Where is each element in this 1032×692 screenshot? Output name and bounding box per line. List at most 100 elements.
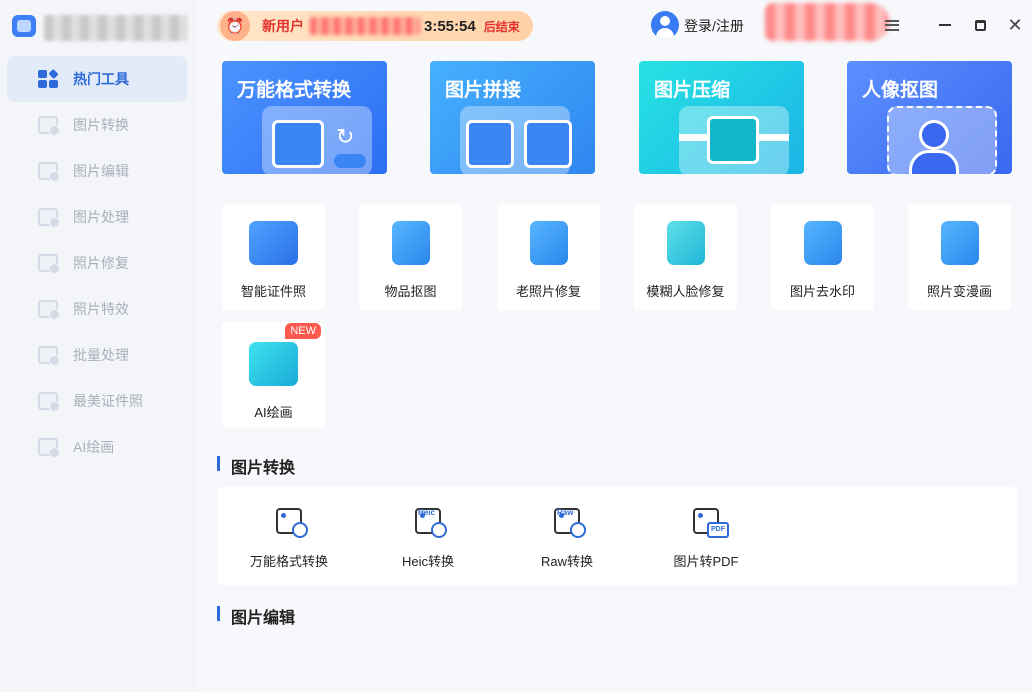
sidebar-item-label: AI绘画 xyxy=(73,439,115,455)
banner-title: 人像抠图 xyxy=(862,80,939,101)
user-avatar-icon[interactable] xyxy=(651,11,679,39)
tool-ai-drawing[interactable]: NEW AI绘画 xyxy=(222,322,325,428)
alarm-clock-icon: ⏰ xyxy=(220,11,250,41)
sidebar-item-label: 热门工具 xyxy=(73,71,129,87)
banner-title: 万能格式转换 xyxy=(237,80,352,101)
menu-icon[interactable] xyxy=(880,13,904,37)
sidebar-item-label: 最美证件照 xyxy=(73,393,143,409)
wrench-photo-icon xyxy=(530,221,568,265)
tool-label: AI绘画 xyxy=(254,405,293,420)
banner-title: 图片拼接 xyxy=(445,80,522,101)
tool-remove-watermark[interactable]: 图片去水印 xyxy=(771,204,874,310)
app-name-blurred xyxy=(44,15,188,41)
sidebar-item-label: 图片转换 xyxy=(73,117,129,133)
raw-convert-icon: Raw xyxy=(554,508,586,538)
login-register-link[interactable]: 登录/注册 xyxy=(684,16,744,36)
banner-portrait-cutout[interactable]: 人像抠图 xyxy=(847,61,1012,174)
portrait-art-icon xyxy=(887,106,997,174)
convert-item-pdf[interactable]: PDF 图片转PDF xyxy=(641,504,771,574)
tool-face-repair[interactable]: 模糊人脸修复 xyxy=(634,204,737,310)
tool-label: 模糊人脸修复 xyxy=(646,284,725,299)
tool-object-cutout[interactable]: 物品抠图 xyxy=(359,204,462,310)
pdf-tag: PDF xyxy=(711,526,725,533)
apps-grid-icon xyxy=(38,68,59,88)
image-icon xyxy=(272,120,324,168)
convert-label: 图片转PDF xyxy=(673,554,739,569)
id-photo-icon xyxy=(38,392,60,412)
convert-label: 万能格式转换 xyxy=(249,554,328,569)
tool-label: 物品抠图 xyxy=(384,284,437,299)
refresh-icon: ↻ xyxy=(336,124,355,149)
sidebar-item-ai-paint[interactable]: AI绘画 xyxy=(7,424,187,470)
sidebar-item-label: 批量处理 xyxy=(73,347,129,363)
heic-tag: Heic xyxy=(418,508,435,517)
close-icon[interactable]: ✕ xyxy=(1003,13,1027,37)
sidebar: 热门工具 图片转换 图片编辑 图片处理 照片修复 照片特效 批量处理 最美证件照… xyxy=(0,0,198,692)
section-title-edit: 图片编辑 xyxy=(217,604,295,628)
sidebar-item-label: 照片修复 xyxy=(73,255,129,271)
image-icon xyxy=(707,116,759,164)
batch-icon xyxy=(38,346,60,366)
sidebar-item-batch[interactable]: 批量处理 xyxy=(7,332,187,378)
sidebar-item-image-convert[interactable]: 图片转换 xyxy=(7,102,187,148)
refresh-icon xyxy=(292,522,308,538)
image-icon xyxy=(466,120,514,168)
convert-label: Raw转换 xyxy=(540,554,593,569)
sidebar-item-image-edit[interactable]: 图片编辑 xyxy=(7,148,187,194)
pdf-badge: PDF xyxy=(707,522,729,538)
maximize-icon[interactable] xyxy=(968,13,992,37)
promo-countdown: 3:55:54 xyxy=(424,17,476,35)
shopping-bag-icon xyxy=(392,221,430,265)
image-to-pdf-icon: PDF xyxy=(693,508,729,538)
photo-effect-icon xyxy=(38,300,60,320)
tool-old-photo-repair[interactable]: 老照片修复 xyxy=(497,204,600,310)
raw-tag: Raw xyxy=(557,508,574,517)
person-head-icon xyxy=(919,120,949,150)
tool-label: 老照片修复 xyxy=(515,284,581,299)
promo-label: 新用户 xyxy=(262,18,304,34)
convert-item-universal[interactable]: 万能格式转换 xyxy=(224,504,354,574)
sidebar-item-id-photo[interactable]: 最美证件照 xyxy=(7,378,187,424)
sidebar-item-photo-effect[interactable]: 照片特效 xyxy=(7,286,187,332)
id-card-icon xyxy=(249,221,298,265)
sidebar-nav: 热门工具 图片转换 图片编辑 图片处理 照片修复 照片特效 批量处理 最美证件照… xyxy=(7,56,187,470)
compress-art-icon xyxy=(679,106,789,174)
promo-blurred-text xyxy=(310,17,420,35)
app-logo-icon xyxy=(12,15,36,37)
banner-format-convert[interactable]: 万能格式转换 ↻ xyxy=(222,61,387,174)
image-convert-icon xyxy=(38,116,60,136)
sidebar-item-label: 图片编辑 xyxy=(73,163,129,179)
sidebar-item-label: 图片处理 xyxy=(73,209,129,225)
promo-banner[interactable]: ⏰ 新用户 3:55:54 后结束 xyxy=(217,11,533,41)
banner-image-stitch[interactable]: 图片拼接 xyxy=(430,61,595,174)
banner-image-compress[interactable]: 图片压缩 xyxy=(639,61,804,174)
section-title-convert: 图片转换 xyxy=(217,454,295,478)
promo-end-label: 后结束 xyxy=(483,19,520,34)
tool-label: 智能证件照 xyxy=(240,284,306,299)
sidebar-item-photo-repair[interactable]: 照片修复 xyxy=(7,240,187,286)
photo-repair-icon xyxy=(38,254,60,274)
sidebar-item-image-process[interactable]: 图片处理 xyxy=(7,194,187,240)
sidebar-item-label: 照片特效 xyxy=(73,301,129,317)
convert-panel: 万能格式转换 Heic Heic转换 Raw Raw转换 PDF 图片转PDF xyxy=(217,487,1017,585)
image-edit-icon xyxy=(38,162,60,182)
convert-item-raw[interactable]: Raw Raw转换 xyxy=(502,504,632,574)
image-process-icon xyxy=(38,208,60,228)
face-repair-icon xyxy=(667,221,705,265)
eraser-icon xyxy=(804,221,842,265)
cartoon-bear-icon xyxy=(941,221,979,265)
tool-label: 照片变漫画 xyxy=(926,284,992,299)
person-body-icon xyxy=(909,150,959,174)
toggle-shape xyxy=(334,154,366,168)
sidebar-item-hot-tools[interactable]: 热门工具 xyxy=(7,56,187,102)
tool-smart-id-photo[interactable]: 智能证件照 xyxy=(222,204,325,310)
vip-badge-blurred[interactable] xyxy=(765,3,889,41)
convert-item-heic[interactable]: Heic Heic转换 xyxy=(363,504,493,574)
convert-art-icon: ↻ xyxy=(262,106,372,174)
image-icon xyxy=(524,120,572,168)
tool-photo-to-cartoon[interactable]: 照片变漫画 xyxy=(908,204,1011,310)
refresh-icon xyxy=(570,522,586,538)
stitch-art-icon xyxy=(460,106,572,174)
minimize-icon[interactable] xyxy=(933,13,957,37)
heic-convert-icon: Heic xyxy=(415,508,447,538)
